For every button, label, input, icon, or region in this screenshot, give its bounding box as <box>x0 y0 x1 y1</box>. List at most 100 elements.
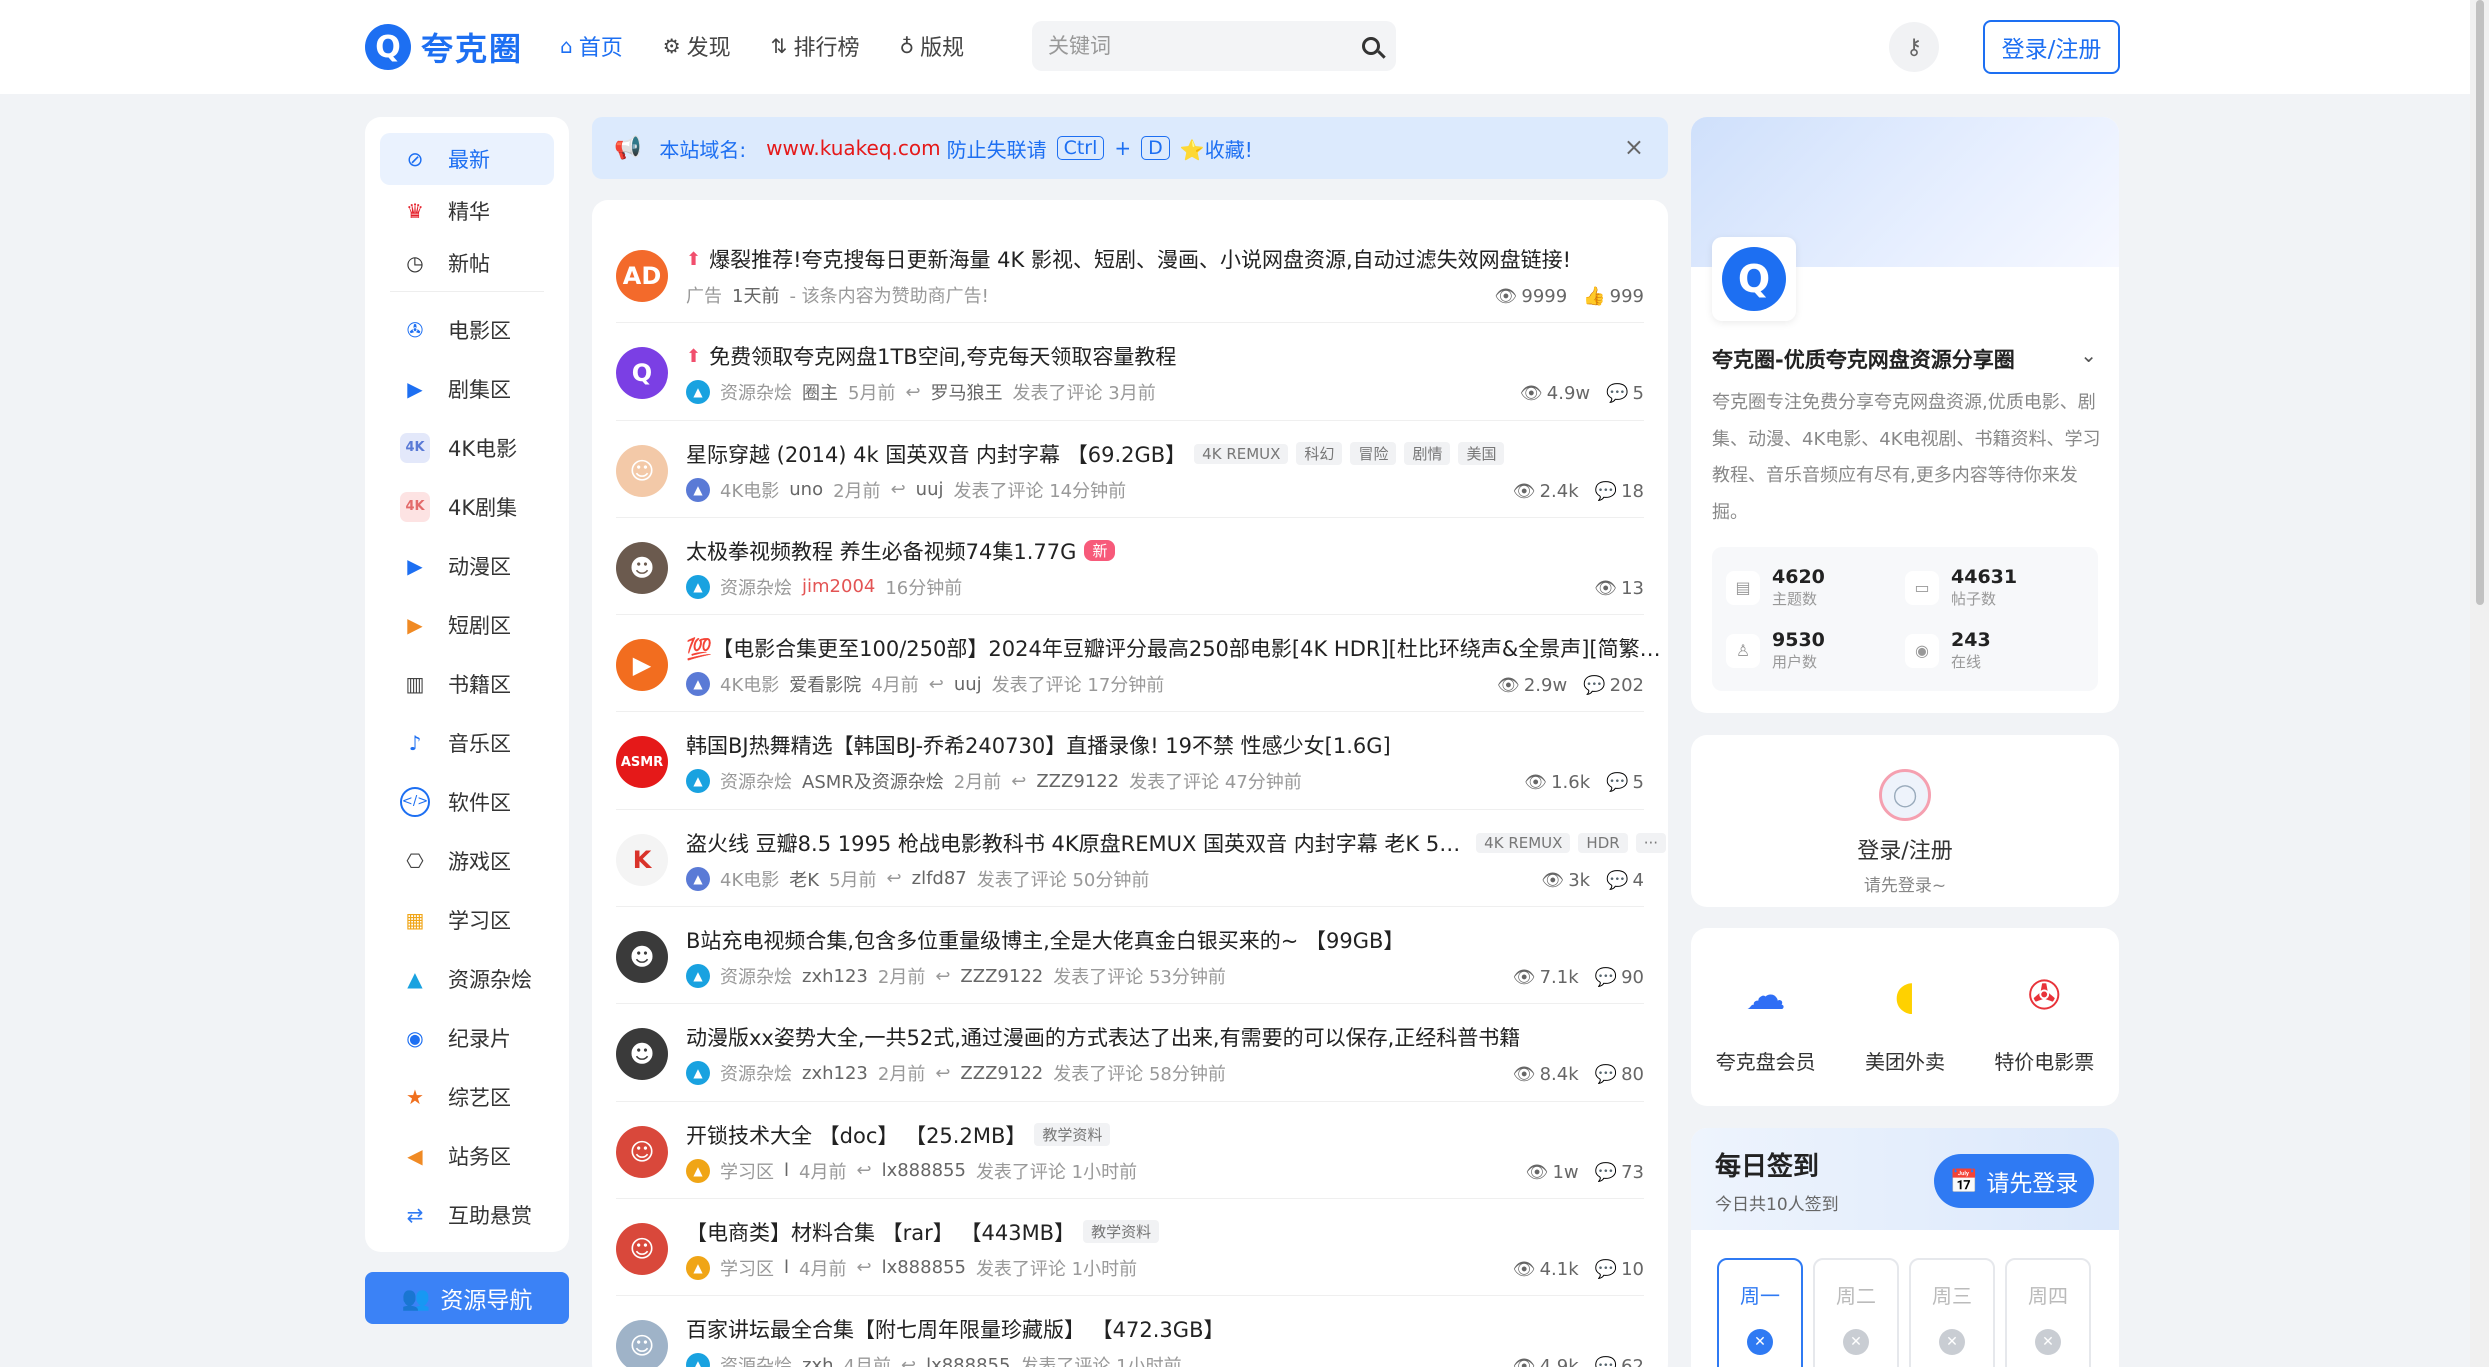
author-avatar[interactable]: ☺ <box>616 1125 668 1178</box>
post-tag[interactable]: 美国 <box>1458 442 1505 466</box>
sidebar-section-4[interactable]: ▶ 动漫区 <box>380 536 554 595</box>
nav-item-3[interactable]: ♁ 版规 <box>899 30 964 62</box>
post-row[interactable]: Q ⬆ 免费领取夸克网盘1TB空间,夸克每天领取容量教程 ▲ 资源杂烩 圈主 5月前 ↩ 罗马狼… <box>616 323 1644 421</box>
sidebar-section-13[interactable]: ★ 综艺区 <box>380 1067 554 1126</box>
sidebar-section-5[interactable]: ▶ 短剧区 <box>380 595 554 654</box>
author-avatar[interactable]: ☺ <box>616 1320 668 1367</box>
post-category[interactable]: 资源杂烩 <box>720 1352 792 1367</box>
checkin-login-button[interactable]: 📅 请先登录 <box>1934 1154 2094 1208</box>
post-tag[interactable]: 科幻 <box>1296 442 1343 466</box>
post-replier[interactable]: uuj <box>916 479 944 500</box>
author-avatar[interactable]: AD <box>616 250 668 302</box>
login-card[interactable]: ◯ 登录/注册 请先登录~ <box>1691 735 2119 907</box>
post-author[interactable]: ASMR及资源杂烩 <box>802 768 944 794</box>
post-category[interactable]: 资源杂烩 <box>720 379 792 405</box>
author-avatar[interactable]: ☺ <box>616 1222 668 1275</box>
author-avatar[interactable]: Q <box>616 347 668 400</box>
sidebar-section-14[interactable]: ◀ 站务区 <box>380 1126 554 1185</box>
post-author[interactable]: zxh123 <box>802 1063 868 1084</box>
post-tag[interactable]: 4K REMUX <box>1476 832 1571 853</box>
close-icon[interactable]: × <box>1624 133 1644 161</box>
post-row[interactable]: AD ⬆ 爆裂推荐!夸克搜每日更新海量 4K 影视、短剧、漫画、小说网盘资源,自动过… <box>616 226 1644 324</box>
sidebar-section-9[interactable]: ⎔ 游戏区 <box>380 831 554 890</box>
post-row[interactable]: K 盗火线 豆瓣8.5 1995 枪战电影教科书 4K原盘REMUX 国英双音 内… <box>616 810 1666 908</box>
post-title[interactable]: 爆裂推荐!夸克搜每日更新海量 4K 影视、短剧、漫画、小说网盘资源,自动过滤失效… <box>709 244 1571 274</box>
post-author[interactable]: 老K <box>789 866 819 892</box>
post-title[interactable]: 韩国BJ热舞精选【韩国BJ-乔希240730】直播录像! 19不禁 性感少女[1… <box>686 730 1391 760</box>
sidebar-item-1[interactable]: ♛ 精华 <box>380 185 554 237</box>
post-row[interactable]: ☻ B站充电视频合集,包含多位重量级博主,全是大佬真金白银买来的~ 【99GB】 ▲… <box>616 907 1644 1005</box>
sidebar-item-0[interactable]: ⊘ 最新 <box>380 133 554 185</box>
author-avatar[interactable]: ASMR <box>616 736 668 789</box>
post-replier[interactable]: ZZZ9122 <box>960 1063 1043 1084</box>
chevron-down-icon[interactable]: ⌄ <box>2080 343 2097 367</box>
post-tag[interactable]: ··· <box>1635 832 1666 853</box>
promo-link-0[interactable]: ☁ 夸克盘会员 <box>1716 958 1816 1106</box>
resource-nav-button[interactable]: 👥 资源导航 <box>365 1272 569 1324</box>
author-avatar[interactable]: K <box>616 833 668 886</box>
post-category[interactable]: 4K电影 <box>720 671 779 697</box>
notice-domain-link[interactable]: www.kuakeq.com <box>766 136 940 160</box>
post-category[interactable]: 广告 <box>686 282 722 308</box>
post-title[interactable]: 太极拳视频教程 养生必备视频74集1.77G <box>686 536 1076 566</box>
search-icon[interactable] <box>1362 37 1380 55</box>
post-row[interactable]: ☺ 【电商类】材料合集 【rar】 【443MB】 教学资料 ▲ 学习区 l 4月前 ↩ lx8… <box>616 1199 1644 1297</box>
sidebar-section-12[interactable]: ◉ 纪录片 <box>380 1008 554 1067</box>
sidebar-section-10[interactable]: ▦ 学习区 <box>380 890 554 949</box>
search-input[interactable] <box>1048 34 1328 58</box>
post-author[interactable]: l <box>784 1160 789 1181</box>
nav-item-1[interactable]: ⚙ 发现 <box>663 30 731 62</box>
nav-item-0[interactable]: ⌂ 首页 <box>560 30 623 62</box>
login-register-button[interactable]: 登录/注册 <box>1983 20 2120 74</box>
key-icon[interactable]: ⚷ <box>1889 22 1939 72</box>
post-replier[interactable]: lx888855 <box>882 1160 966 1181</box>
post-replier[interactable]: uuj <box>954 674 982 695</box>
post-title[interactable]: 免费领取夸克网盘1TB空间,夸克每天领取容量教程 <box>709 341 1176 371</box>
post-title[interactable]: 百家讲坛最全合集【附七周年限量珍藏版】 【472.3GB】 <box>686 1314 1224 1344</box>
post-title[interactable]: 【电商类】材料合集 【rar】 【443MB】 <box>686 1217 1075 1247</box>
post-row[interactable]: ☻ 太极拳视频教程 养生必备视频74集1.77G 新 ▲ 资源杂烩 jim2004 16分钟… <box>616 518 1644 616</box>
author-avatar[interactable]: ☻ <box>616 931 668 984</box>
post-category[interactable]: 4K电影 <box>720 866 779 892</box>
sidebar-section-7[interactable]: ♪ 音乐区 <box>380 713 554 772</box>
post-replier[interactable]: lx888855 <box>882 1257 966 1278</box>
sidebar-section-0[interactable]: ✇ 电影区 <box>380 300 554 359</box>
post-category[interactable]: 资源杂烩 <box>720 768 792 794</box>
site-logo[interactable]: Q 夸克圈 <box>365 22 523 72</box>
post-tag[interactable]: HDR <box>1578 832 1628 853</box>
post-replier[interactable]: ZZZ9122 <box>960 966 1043 987</box>
post-title[interactable]: 开锁技术大全 【doc】 【25.2MB】 <box>686 1120 1026 1150</box>
scrollbar-thumb[interactable] <box>2476 0 2484 605</box>
sidebar-item-2[interactable]: ◷ 新帖 <box>380 237 554 289</box>
post-author[interactable]: uno <box>789 479 823 500</box>
post-row[interactable]: ▶ 💯【电影合集更至100/250部】2024年豆瓣评分最高250部电影[4K H… <box>616 615 1666 713</box>
author-avatar[interactable]: ☻ <box>616 1028 668 1081</box>
post-category[interactable]: 资源杂烩 <box>720 1060 792 1086</box>
nav-item-2[interactable]: ⇅ 排行榜 <box>771 30 860 62</box>
post-title[interactable]: 星际穿越 (2014) 4k 国英双音 内封字幕 【69.2GB】 <box>686 439 1186 469</box>
sidebar-section-3[interactable]: 4K 4K剧集 <box>380 477 554 536</box>
post-title[interactable]: 动漫版xx姿势大全,一共52式,通过漫画的方式表达了出来,有需要的可以保存,正经… <box>686 1022 1520 1052</box>
post-author[interactable]: 爱看影院 <box>789 671 861 697</box>
page-scrollbar[interactable] <box>2470 0 2489 1367</box>
post-category[interactable]: 资源杂烩 <box>720 574 792 600</box>
post-row[interactable]: ☺ 开锁技术大全 【doc】 【25.2MB】 教学资料 ▲ 学习区 l 4月前 ↩ lx888… <box>616 1102 1644 1199</box>
sidebar-section-2[interactable]: 4K 4K电影 <box>380 418 554 477</box>
post-replier[interactable]: ZZZ9122 <box>1036 771 1119 792</box>
post-author[interactable]: 圈主 <box>802 379 838 405</box>
sidebar-section-11[interactable]: ▲ 资源杂烩 <box>380 949 554 1008</box>
post-row[interactable]: ☺ 百家讲坛最全合集【附七周年限量珍藏版】 【472.3GB】 ▲ 资源杂烩 zxh 4月… <box>616 1296 1644 1367</box>
post-row[interactable]: ASMR 韩国BJ热舞精选【韩国BJ-乔希240730】直播录像! 19不禁 性感… <box>616 712 1644 810</box>
author-avatar[interactable]: ☺ <box>616 444 668 497</box>
author-avatar[interactable]: ▶ <box>616 639 668 692</box>
post-author[interactable]: zxh123 <box>802 966 868 987</box>
promo-link-1[interactable]: ◖ 美团外卖 <box>1865 958 1945 1106</box>
post-row[interactable]: ☻ 动漫版xx姿势大全,一共52式,通过漫画的方式表达了出来,有需要的可以保存,正… <box>616 1004 1644 1102</box>
post-category[interactable]: 4K电影 <box>720 477 779 503</box>
post-category[interactable]: 学习区 <box>720 1158 774 1184</box>
post-tag[interactable]: 剧情 <box>1404 442 1451 466</box>
post-title[interactable]: B站充电视频合集,包含多位重量级博主,全是大佬真金白银买来的~ 【99GB】 <box>686 925 1404 955</box>
post-row[interactable]: ☺ 星际穿越 (2014) 4k 国英双音 内封字幕 【69.2GB】 4K REM… <box>616 421 1644 518</box>
post-tag[interactable]: 教学资料 <box>1034 1123 1111 1147</box>
sidebar-section-1[interactable]: ▶ 剧集区 <box>380 359 554 418</box>
